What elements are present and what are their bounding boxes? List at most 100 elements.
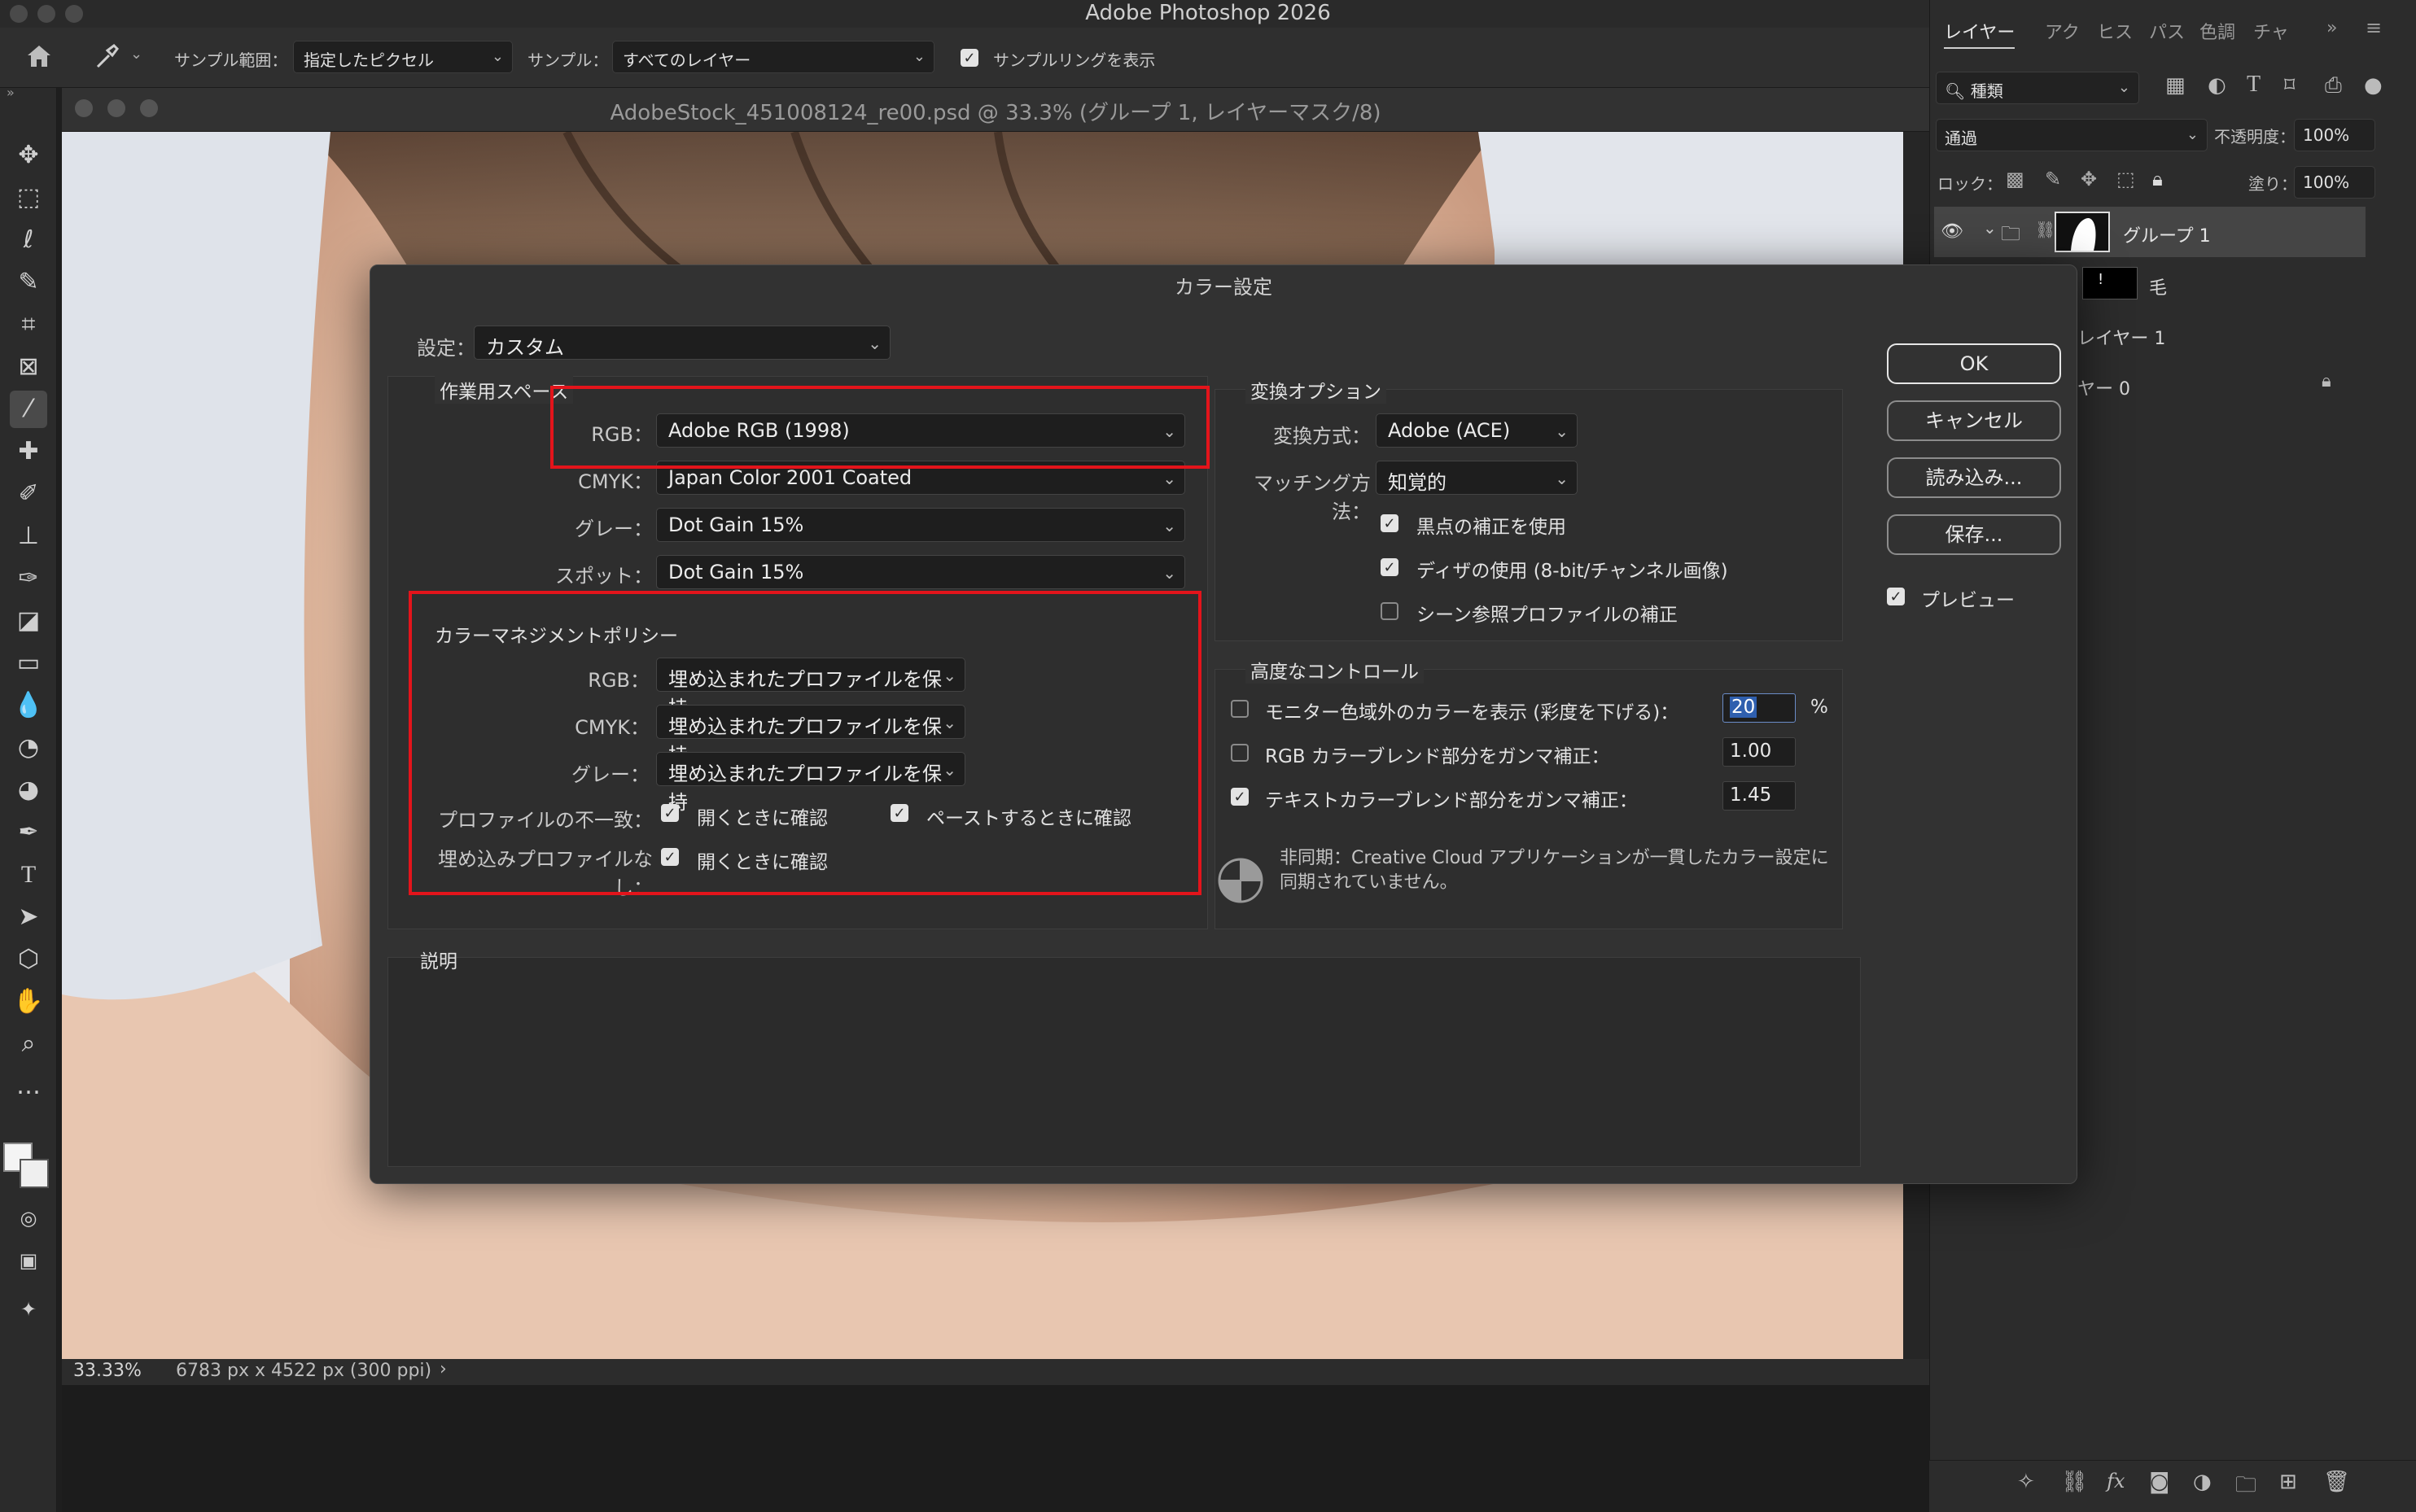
sponge-tool-icon[interactable]: ◕ <box>10 771 47 809</box>
group-expand-chevron-icon[interactable]: ⌄ <box>1983 218 1997 238</box>
type-filter-icon[interactable]: T <box>2247 72 2261 98</box>
shape-filter-icon[interactable]: ⌑ <box>2284 73 2295 98</box>
document-dimensions: 6783 px x 4522 px (300 ppi) <box>176 1361 432 1381</box>
desaturate-checkbox[interactable] <box>1231 700 1249 718</box>
eyedropper-icon[interactable]: ⁄ <box>10 391 47 428</box>
intent-select[interactable]: 知覚的 ⌄ <box>1376 461 1578 495</box>
marquee-tool-icon[interactable]: ⬚ <box>10 179 47 216</box>
settings-select[interactable]: カスタム ⌄ <box>474 326 891 360</box>
fx-icon[interactable]: fx <box>2107 1470 2125 1492</box>
healing-brush-icon[interactable]: ✚ <box>10 433 47 470</box>
hair-layer-thumbnail[interactable]: ! <box>2082 267 2138 299</box>
engine-select[interactable]: Adobe (ACE) ⌄ <box>1376 413 1578 448</box>
collapse-toolbar-icon[interactable]: » <box>7 85 15 100</box>
add-mask-icon[interactable]: ◙ <box>2149 1470 2169 1494</box>
tab-channels[interactable]: チャ <box>2253 18 2289 44</box>
ws-gray-value: Dot Gain 15% <box>668 513 804 536</box>
opacity-field[interactable]: 100% <box>2294 119 2375 151</box>
blend-mode-select[interactable]: 通過 ⌄ <box>1936 119 2208 151</box>
ok-button[interactable]: OK <box>1887 343 2061 384</box>
trash-icon[interactable]: 🗑︎ <box>2323 1470 2350 1494</box>
pixel-filter-icon[interactable]: ▦ <box>2165 73 2186 98</box>
clone-stamp-icon[interactable]: ⊥ <box>10 518 47 555</box>
ws-gray-select[interactable]: Dot Gain 15% ⌄ <box>656 508 1185 542</box>
layer-mask-thumbnail[interactable] <box>2055 212 2110 252</box>
layer-name[interactable]: グループ 1 <box>2123 221 2211 247</box>
generative-layer-icon[interactable]: ✧ <box>2017 1470 2035 1494</box>
show-ring-checkbox[interactable]: ✓ <box>961 49 978 67</box>
generative-fill-icon[interactable]: ✦ <box>10 1291 47 1328</box>
scene-checkbox[interactable] <box>1381 602 1398 620</box>
quick-mask-icon[interactable]: ◎ <box>10 1200 47 1237</box>
settings-label: 設定： <box>417 337 475 360</box>
preview-checkbox[interactable]: ✓ <box>1887 588 1905 605</box>
layer-name[interactable]: 毛 <box>2149 273 2167 299</box>
ws-spot-select[interactable]: Dot Gain 15% ⌄ <box>656 555 1185 589</box>
blend-text-input[interactable]: 1.45 <box>1722 781 1796 811</box>
tab-history[interactable]: ヒス <box>2097 18 2133 44</box>
adjustment-layer-icon[interactable]: ◑ <box>2193 1470 2212 1494</box>
move-tool-icon[interactable]: ✥ <box>10 137 47 174</box>
layer-name[interactable]: レイヤー 1 <box>2077 324 2165 350</box>
lock-position-icon[interactable]: ✥ <box>2081 168 2097 190</box>
eraser-tool-icon[interactable]: ◪ <box>10 602 47 640</box>
blend-rgb-checkbox[interactable] <box>1231 744 1249 762</box>
save-button[interactable]: 保存... <box>1887 514 2061 555</box>
quick-select-tool-icon[interactable]: ✎ <box>10 264 47 301</box>
screen-mode-icon[interactable]: ▣ <box>10 1242 47 1279</box>
more-tabs-icon[interactable]: » <box>2326 18 2337 38</box>
filter-toggle-icon[interactable]: ● <box>2364 73 2383 98</box>
panel-menu-icon[interactable]: ≡ <box>2366 16 2382 39</box>
smart-object-filter-icon[interactable]: ⎙ <box>2325 73 2342 98</box>
lock-all-icon[interactable]: 🔒︎ <box>2152 168 2163 190</box>
sample-select[interactable]: すべてのレイヤー ⌄ <box>612 41 934 73</box>
tab-adjustments[interactable]: 色調 <box>2199 18 2235 44</box>
lock-transparency-icon[interactable]: ▩ <box>2006 168 2024 190</box>
tool-preset-chevron-icon[interactable]: ⌄ <box>130 46 142 63</box>
home-icon[interactable] <box>24 42 57 72</box>
type-tool-icon[interactable]: T <box>10 856 47 894</box>
shape-tool-icon[interactable]: ⬡ <box>10 941 47 978</box>
zoom-tool-icon[interactable]: ⌕ <box>10 1025 47 1063</box>
path-select-icon[interactable]: ➤ <box>10 898 47 936</box>
link-icon[interactable]: ⛓ <box>2035 220 2055 239</box>
tab-actions[interactable]: アク <box>2045 18 2080 44</box>
hand-tool-icon[interactable]: ✋ <box>10 983 47 1020</box>
crop-tool-icon[interactable]: ⌗ <box>10 306 47 343</box>
fill-field[interactable]: 100% <box>2294 166 2375 199</box>
lock-pixels-icon[interactable]: ✎ <box>2045 168 2061 190</box>
chevron-down-icon: ⌄ <box>1162 516 1176 535</box>
tab-paths[interactable]: パス <box>2149 18 2185 44</box>
dodge-tool-icon[interactable]: ◔ <box>10 729 47 767</box>
blend-text-checkbox[interactable]: ✓ <box>1231 788 1249 806</box>
blur-tool-icon[interactable]: 💧 <box>10 687 47 724</box>
blend-rgb-input[interactable]: 1.00 <box>1722 737 1796 767</box>
link-layers-icon[interactable]: ⛓ <box>2061 1470 2088 1494</box>
status-menu-chevron-icon[interactable]: › <box>440 1359 447 1379</box>
cancel-button[interactable]: キャンセル <box>1887 400 2061 441</box>
new-group-icon[interactable]: 🗀 <box>2235 1470 2256 1505</box>
dither-checkbox[interactable]: ✓ <box>1381 558 1398 576</box>
tab-layers[interactable]: レイヤー <box>1944 18 2016 49</box>
more-tools-icon[interactable]: … <box>10 1068 47 1105</box>
bpc-checkbox[interactable]: ✓ <box>1381 514 1398 532</box>
new-layer-icon[interactable]: ⊞ <box>2279 1470 2297 1494</box>
history-brush-icon[interactable]: ✑ <box>10 560 47 597</box>
lasso-tool-icon[interactable]: ℓ <box>10 221 47 259</box>
sample-size-select[interactable]: 指定したピクセル ⌄ <box>293 41 513 73</box>
frame-tool-icon[interactable]: ⊠ <box>10 348 47 386</box>
gradient-tool-icon[interactable]: ▭ <box>10 645 47 682</box>
pen-tool-icon[interactable]: ✒ <box>10 814 47 851</box>
layer-name[interactable]: ヤー 0 <box>2077 374 2130 400</box>
background-color-swatch[interactable] <box>20 1159 49 1188</box>
load-button[interactable]: 読み込み... <box>1887 457 2061 498</box>
eyedropper-tool-icon[interactable] <box>91 42 124 72</box>
adjustment-filter-icon[interactable]: ◐ <box>2208 73 2226 98</box>
brush-tool-icon[interactable]: ✐ <box>10 475 47 513</box>
desaturate-input[interactable]: 20 <box>1722 693 1796 723</box>
layer-filter-select[interactable]: 🔍︎ 種類 ⌄ <box>1936 72 2139 104</box>
lock-artboard-icon[interactable]: ⬚ <box>2116 168 2135 190</box>
lock-icon: 🔒︎ <box>2322 371 2331 391</box>
zoom-level[interactable]: 33.33% <box>73 1361 142 1381</box>
visibility-eye-icon[interactable]: 👁︎ <box>1941 221 1963 242</box>
